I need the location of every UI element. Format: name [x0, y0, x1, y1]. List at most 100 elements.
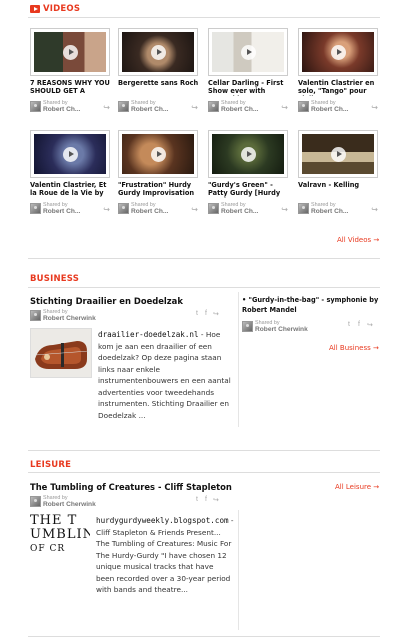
share-icon[interactable]: ↪ [281, 205, 288, 214]
video-byline: Shared by Robert Ch... ↪ [208, 100, 288, 114]
video-card[interactable]: 7 REASONS WHY YOU SHOULD GET A HURDYShar… [30, 28, 110, 124]
author-name[interactable]: Robert Ch... [221, 106, 258, 113]
videos-section: VIDEOS 7 REASONS WHY YOU SHOULD GET A HU… [0, 0, 408, 262]
video-card[interactable]: Valravn - Kelling Shared by Robert Ch... ↪ [298, 130, 378, 226]
video-byline: Shared by Robert Ch... ↪ [118, 202, 198, 216]
leisure-section-title[interactable]: LEISURE [30, 460, 71, 470]
videos-section-title[interactable]: VIDEOS [43, 4, 80, 14]
author-avatar[interactable] [208, 101, 219, 112]
video-title[interactable]: Valentin Clastrier en solo, "Tango" pour… [298, 79, 380, 96]
video-image [212, 32, 284, 72]
share-icon[interactable]: ↪ [213, 496, 219, 504]
business-article-byline: Shared by Robert Cherwink t f ↪ [30, 309, 220, 323]
video-title[interactable]: Valentin Clastrier, Et la Roue de la Vie… [30, 181, 112, 198]
divider [28, 258, 380, 259]
video-title[interactable]: 7 REASONS WHY YOU SHOULD GET A HURDY [30, 79, 112, 96]
author-name[interactable]: Robert Ch... [131, 106, 168, 113]
author-avatar[interactable] [298, 101, 309, 112]
author-name[interactable]: Robert Ch... [311, 106, 348, 113]
play-icon[interactable] [62, 44, 78, 60]
share-icon[interactable]: ↪ [191, 205, 198, 214]
video-card[interactable]: Valentin Clastrier, Et la Roue de la Vie… [30, 130, 110, 226]
video-card[interactable]: Valentin Clastrier en solo, "Tango" pour… [298, 28, 378, 124]
video-thumbnail[interactable] [118, 28, 198, 76]
leisure-section: LEISURE The Tumbling of Creatures - Clif… [0, 450, 408, 640]
video-thumbnail[interactable] [30, 28, 110, 76]
video-image [34, 32, 106, 72]
play-icon[interactable] [330, 44, 346, 60]
share-icon[interactable]: ↪ [367, 321, 373, 329]
business-article-thumbnail[interactable] [30, 328, 92, 378]
leisure-article-thumbnail[interactable]: THE T UMBLIN OF CR [30, 514, 90, 560]
play-icon[interactable] [330, 146, 346, 162]
side-article-title[interactable]: "Gurdy-in-the-bag" - symphonie by Robert… [242, 296, 378, 314]
business-article-title[interactable]: Stichting Draailier en Doedelzak [30, 296, 183, 306]
all-leisure-link[interactable]: All Leisure → [335, 483, 379, 491]
facebook-icon[interactable]: f [205, 310, 207, 317]
video-card[interactable]: Bergerette sans Roch Shared by Robert Ch..… [118, 28, 198, 124]
share-icon[interactable]: ↪ [103, 103, 110, 112]
video-title[interactable]: "Frustration" Hurdy Gurdy Improvisation [118, 181, 200, 198]
video-card[interactable]: "Frustration" Hurdy Gurdy Improvisation S… [118, 130, 198, 226]
video-thumbnail[interactable] [208, 130, 288, 178]
author-name[interactable]: Robert Cherwink [255, 326, 308, 333]
author-name[interactable]: Robert Cherwink [43, 315, 96, 322]
twitter-icon[interactable]: t [196, 310, 198, 317]
author-avatar[interactable] [30, 496, 41, 507]
share-icon[interactable]: ↪ [281, 103, 288, 112]
play-icon[interactable] [150, 146, 166, 162]
share-icon[interactable]: ↪ [213, 310, 219, 318]
play-icon[interactable] [240, 146, 256, 162]
video-thumbnail[interactable] [298, 28, 378, 76]
author-avatar[interactable] [298, 203, 309, 214]
column-divider [238, 292, 239, 427]
author-avatar[interactable] [30, 310, 41, 321]
author-avatar[interactable] [118, 101, 129, 112]
excerpt-text: - Cliff Stapleton & Friends Present... T… [96, 516, 234, 594]
all-business-link[interactable]: All Business → [329, 344, 379, 352]
side-article[interactable]: • "Gurdy-in-the-bag" - symphonie by Robe… [242, 296, 382, 315]
video-title[interactable]: Cellar Darling - First Show ever with Am… [208, 79, 290, 96]
share-icon[interactable]: ↪ [371, 103, 378, 112]
share-icon[interactable]: ↪ [371, 205, 378, 214]
play-icon[interactable] [240, 44, 256, 60]
video-icon [30, 5, 40, 13]
leisure-article-source[interactable]: hurdygurdyweekly.blogspot.com [96, 516, 229, 525]
author-name[interactable]: Robert Cherwink [43, 501, 96, 508]
video-thumbnail[interactable] [118, 130, 198, 178]
business-section-title[interactable]: BUSINESS [30, 274, 79, 284]
video-title[interactable]: Valravn - Kelling [298, 181, 380, 198]
share-icon[interactable]: ↪ [191, 103, 198, 112]
facebook-icon[interactable]: f [358, 321, 360, 328]
video-image [122, 134, 194, 174]
share-icon[interactable]: ↪ [103, 205, 110, 214]
author-name[interactable]: Robert Ch... [131, 208, 168, 215]
author-name[interactable]: Robert Ch... [221, 208, 258, 215]
author-name[interactable]: Robert Ch... [43, 208, 80, 215]
author-avatar[interactable] [30, 101, 41, 112]
video-thumbnail[interactable] [208, 28, 288, 76]
author-avatar[interactable] [242, 321, 253, 332]
video-title[interactable]: Bergerette sans Roch [118, 79, 200, 96]
video-title[interactable]: "Gurdy's Green" - Patty Gurdy [Hurdy Gur… [208, 181, 290, 198]
author-avatar[interactable] [118, 203, 129, 214]
all-videos-link[interactable]: All Videos → [337, 236, 379, 244]
video-thumbnail[interactable] [30, 130, 110, 178]
video-thumbnail[interactable] [298, 130, 378, 178]
video-card[interactable]: "Gurdy's Green" - Patty Gurdy [Hurdy Gur… [208, 130, 288, 226]
business-article-source[interactable]: draailier-doedelzak.nl [98, 330, 199, 339]
leisure-article-title[interactable]: The Tumbling of Creatures - Cliff Staple… [30, 482, 232, 492]
video-card[interactable]: Cellar Darling - First Show ever with Am… [208, 28, 288, 124]
business-section: BUSINESS Stichting Draailier en Doedelza… [0, 262, 408, 432]
business-article-excerpt: draailier-doedelzak.nl - Hoe kom je aan … [98, 329, 234, 421]
author-avatar[interactable] [30, 203, 41, 214]
author-name[interactable]: Robert Ch... [311, 208, 348, 215]
twitter-icon[interactable]: t [196, 496, 198, 503]
twitter-icon[interactable]: t [348, 321, 350, 328]
play-icon[interactable] [62, 146, 78, 162]
author-avatar[interactable] [208, 203, 219, 214]
video-byline: Shared by Robert Ch... ↪ [30, 100, 110, 114]
play-icon[interactable] [150, 44, 166, 60]
facebook-icon[interactable]: f [205, 496, 207, 503]
author-name[interactable]: Robert Ch... [43, 106, 80, 113]
